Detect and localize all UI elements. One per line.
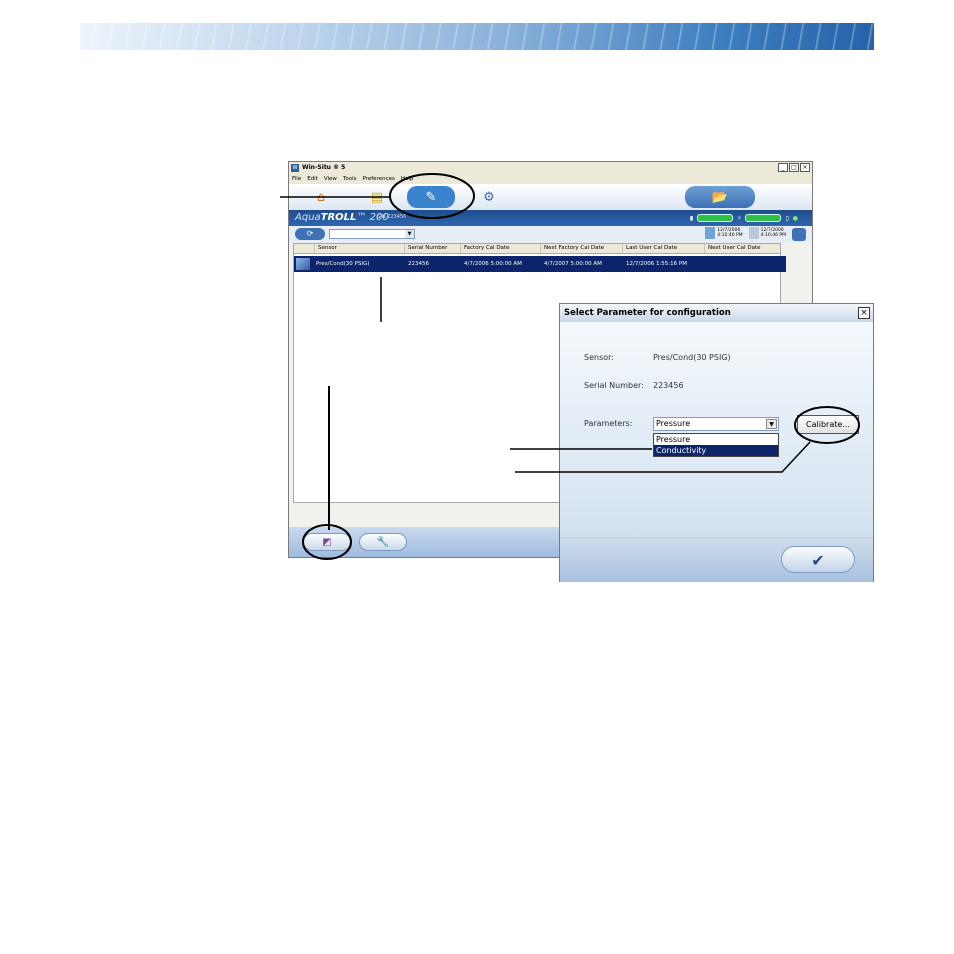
device-clock: 12/7/2006 4:10:46 PM 12/7/2006 4:10:46 PM <box>705 227 786 239</box>
battery-icon: ⚡ <box>737 214 742 222</box>
sensor-value: Pres/Cond(30 PSIG) <box>653 353 731 362</box>
cell-factory-cal: 4/7/2006 5:00:00 AM <box>464 261 522 267</box>
checkmark-icon: ✔ <box>811 551 825 570</box>
close-button[interactable]: × <box>800 163 810 172</box>
bell-icon: ● <box>792 214 798 222</box>
clock-sync-button[interactable] <box>792 228 806 241</box>
device-serial: S/N 223456 <box>377 214 407 220</box>
pc-time: 4:10:46 PM <box>717 233 743 238</box>
option-pressure[interactable]: Pressure <box>654 434 778 445</box>
signal-bar <box>697 214 734 222</box>
header-banner <box>80 23 874 50</box>
maximize-button[interactable]: □ <box>789 163 799 172</box>
col-serial-number[interactable]: Serial Number <box>404 244 460 253</box>
app-icon: W <box>291 164 299 172</box>
menu-help[interactable]: Help <box>401 174 414 184</box>
parameters-selected: Pressure <box>656 419 691 428</box>
parameters-label: Parameters: <box>584 419 633 428</box>
device-clock-icon <box>748 227 759 239</box>
sensor-label: Sensor: <box>584 353 614 362</box>
wrench-icon: 🔧 <box>376 537 390 548</box>
control-bar: ⟳ ▼ 12/7/2006 4:10:46 PM 12/7/2006 4:10:46… <box>289 226 812 243</box>
open-folder-tab[interactable]: 📂 <box>685 186 755 208</box>
serial-label: Serial Number: <box>584 381 644 390</box>
device-bar: AquaTROLL™ 200 S/N 223456 ▮ ⚡ ▯ ● <box>289 210 812 226</box>
parameters-dropdown-list: Pressure Conductivity <box>653 433 779 457</box>
col-sensor[interactable]: Sensor <box>314 244 404 253</box>
sensor-icon <box>296 258 310 270</box>
cell-serial: 223456 <box>408 261 429 267</box>
menu-edit[interactable]: Edit <box>307 174 318 184</box>
title-bar: W Win-Situ ® 5 _ □ × <box>289 162 812 174</box>
tools-button[interactable]: 🔧 <box>359 533 407 551</box>
col-last-user-cal-date[interactable]: Last User Cal Date <box>622 244 704 253</box>
menu-preferences[interactable]: Preferences <box>363 174 395 184</box>
calibrate-icon: ◩ <box>322 537 332 548</box>
gear-icon: ⚙ <box>483 189 495 205</box>
option-conductivity[interactable]: Conductivity <box>654 445 778 456</box>
trash-icon: ▯ <box>785 214 789 222</box>
cell-sensor: Pres/Cond(30 PSIG) <box>316 261 370 267</box>
parameters-select[interactable]: Pressure ▼ <box>653 417 779 431</box>
folder-icon: ▤ <box>370 189 384 205</box>
menu-view[interactable]: View <box>324 174 337 184</box>
dialog-footer: ✔ <box>560 537 873 582</box>
calibrate-button[interactable]: Calibrate... <box>797 415 859 434</box>
chevron-down-icon[interactable]: ▼ <box>766 419 777 429</box>
data-tab[interactable]: ▤ <box>353 186 401 208</box>
chevron-down-icon: ▼ <box>405 230 414 238</box>
home-tab[interactable]: ⌂ <box>297 186 345 208</box>
menu-tools[interactable]: Tools <box>343 174 357 184</box>
col-next-factory-cal-date[interactable]: Next Factory Cal Date <box>540 244 622 253</box>
serial-value: 223456 <box>653 381 684 390</box>
menu-file[interactable]: File <box>292 174 301 184</box>
signal-icon: ▮ <box>689 214 694 222</box>
dialog-close-button[interactable]: × <box>858 307 870 319</box>
minimize-button[interactable]: _ <box>778 163 788 172</box>
status-indicators: ▮ ⚡ ▯ ● <box>690 214 798 222</box>
table-row[interactable]: Pres/Cond(30 PSIG) 223456 4/7/2006 5:00:… <box>294 256 786 272</box>
col-next-user-cal-date[interactable]: Next User Cal Date <box>704 244 782 253</box>
refresh-button[interactable]: ⟳ <box>295 228 325 240</box>
calibrate-sensor-button[interactable]: ◩ <box>303 533 351 551</box>
refresh-icon: ⟳ <box>306 229 314 238</box>
main-toolbar: ⌂ ▤ ✎ ⚙ 📂 <box>289 184 812 211</box>
cell-last-user-cal: 12/7/2006 1:55:16 PM <box>626 261 687 267</box>
home-icon: ⌂ <box>316 189 326 205</box>
cell-next-factory-cal: 4/7/2007 5:00:00 AM <box>544 261 602 267</box>
select-parameter-dialog: Select Parameter for configuration × Sen… <box>559 303 874 582</box>
calibration-icon: ✎ <box>425 189 437 205</box>
calibration-tab[interactable]: ✎ <box>407 186 455 208</box>
battery-bar <box>745 214 782 222</box>
window-title: Win-Situ ® 5 <box>302 164 346 171</box>
device-name: AquaTROLL™ 200 <box>295 212 389 223</box>
col-factory-cal-date[interactable]: Factory Cal Date <box>460 244 540 253</box>
open-folder-icon: 📂 <box>711 189 729 205</box>
dialog-title: Select Parameter for configuration <box>560 304 873 322</box>
table-header: Sensor Serial Number Factory Cal Date Ne… <box>294 244 780 254</box>
device-time: 4:10:46 PM <box>760 233 786 238</box>
sensor-filter-combo[interactable]: ▼ <box>329 229 415 239</box>
menu-bar: File Edit View Tools Preferences Help <box>289 174 812 184</box>
ok-button[interactable]: ✔ <box>781 546 855 573</box>
pc-clock-icon <box>705 227 716 239</box>
settings-tab[interactable]: ⚙ <box>465 186 513 208</box>
